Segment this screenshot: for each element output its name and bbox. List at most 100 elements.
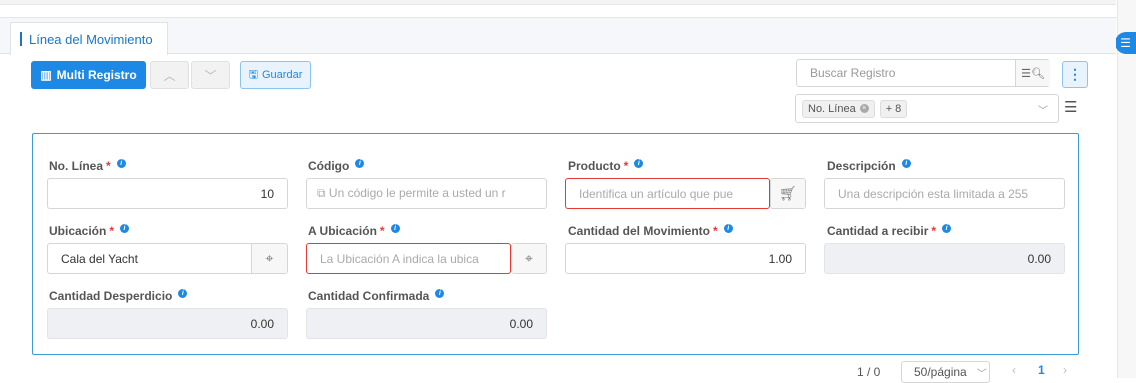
window-top-strip — [0, 0, 1136, 18]
record-form: No. Línea * i 10 Código i ⧉ Un código le pe… — [32, 133, 1079, 355]
previous-record-button[interactable]: ︿ — [150, 61, 189, 89]
page-size-select[interactable]: 50/página ﹀ — [901, 361, 990, 383]
codigo-field[interactable]: ⧉ Un código le permite a usted un r — [306, 178, 547, 209]
right-rail — [1117, 0, 1136, 378]
search-button[interactable]: ☰🔍︎ — [1015, 60, 1050, 86]
tab-label: Línea del Movimiento — [29, 31, 153, 47]
info-icon[interactable]: i — [116, 158, 126, 168]
save-label: Guardar — [262, 69, 303, 81]
next-page-button[interactable]: › — [1063, 363, 1067, 377]
cantidad-movimiento-label-text: Cantidad del Movimiento — [568, 224, 711, 238]
info-icon[interactable]: i — [942, 223, 952, 233]
cantidad-movimiento-label: Cantidad del Movimiento * i — [568, 223, 733, 238]
required-mark: * — [623, 159, 629, 173]
tab-bar: Línea del Movimiento — [0, 18, 1116, 55]
cantidad-recibir-field: 0.00 — [824, 243, 1065, 274]
ubicacion-field[interactable]: Cala del Yacht ⌖ — [47, 243, 288, 274]
panel-toggle-icon[interactable]: ☰ — [1115, 32, 1136, 54]
ubicacion-label-text: Ubicación — [49, 224, 107, 238]
cantidad-desperdicio-label: Cantidad Desperdicio i — [49, 288, 188, 303]
chip-remove-icon[interactable]: × — [859, 104, 869, 113]
info-icon[interactable]: i — [390, 223, 400, 233]
copy-icon: ⧉ — [317, 186, 329, 200]
linea-value: 10 — [260, 186, 274, 201]
multi-record-label: Multi Registro — [56, 68, 137, 82]
descripcion-label: Descripción i — [827, 158, 911, 173]
a-ubicacion-label: A Ubicación * i — [308, 223, 400, 238]
next-record-button[interactable]: ﹀ — [191, 61, 230, 89]
cantidad-desperdicio-label-text: Cantidad Desperdicio — [49, 289, 173, 303]
a-ubicacion-locator-button[interactable]: ⌖ — [511, 243, 547, 274]
top-edge — [0, 0, 1116, 5]
search-box: ☰🔍︎ — [796, 59, 1050, 87]
codigo-label: Código i — [308, 158, 365, 173]
info-icon[interactable]: i — [120, 223, 130, 233]
search-icon: ☰🔍︎ — [1021, 67, 1045, 80]
ubicacion-label: Ubicación * i — [49, 223, 130, 238]
list-view-icon[interactable]: ☰ — [1064, 100, 1077, 115]
producto-placeholder: Identifica un artículo que pue — [579, 186, 734, 201]
tab-linea-movimiento[interactable]: Línea del Movimiento — [10, 22, 168, 55]
chevron-up-icon: ︿ — [163, 68, 176, 83]
descripcion-field[interactable]: Una descripción esta limitada a 255 — [824, 178, 1065, 209]
filter-chip-label: No. Línea — [808, 102, 856, 115]
grid-icon: ▥ — [40, 68, 52, 82]
chevron-down-icon[interactable]: ﹀ — [1038, 102, 1048, 117]
producto-label: Producto * i — [568, 158, 644, 173]
more-options-button[interactable]: ⋮ — [1062, 61, 1088, 88]
info-icon[interactable]: i — [634, 158, 644, 168]
a-ubicacion-placeholder: La Ubicación A indica la ubica — [320, 251, 479, 266]
search-input[interactable] — [797, 60, 1015, 86]
info-icon[interactable]: i — [178, 288, 188, 298]
required-mark: * — [379, 224, 385, 238]
multi-record-button[interactable]: ▥ Multi Registro — [31, 61, 146, 89]
pagination: 1 / 0 50/página ﹀ ‹ 1 › — [0, 360, 1116, 383]
producto-field[interactable]: Identifica un artículo que pue — [565, 178, 770, 209]
descripcion-label-text: Descripción — [827, 159, 896, 173]
ubicacion-value: Cala del Yacht — [61, 251, 138, 266]
cantidad-movimiento-field[interactable]: 1.00 — [565, 243, 806, 274]
product-search-button[interactable]: 🛒︎ — [770, 178, 806, 209]
info-icon[interactable]: i — [435, 288, 445, 298]
producto-label-text: Producto — [568, 159, 621, 173]
shopping-cart-icon: 🛒︎ — [771, 179, 805, 208]
locator-icon[interactable]: ⌖ — [251, 244, 287, 273]
required-mark: * — [713, 224, 718, 238]
cantidad-confirmada-value: 0.00 — [509, 316, 533, 331]
filter-chip[interactable]: No. Línea × — [802, 99, 875, 118]
filter-more-chip: + 8 — [879, 99, 908, 118]
cantidad-desperdicio-field: 0.00 — [47, 308, 288, 339]
cantidad-desperdicio-value: 0.00 — [250, 316, 274, 331]
codigo-placeholder: ⧉ Un código le permite a usted un r — [307, 186, 546, 201]
previous-page-button[interactable]: ‹ — [1012, 363, 1016, 377]
linea-label-text: No. Línea — [49, 159, 104, 173]
linea-label: No. Línea * i — [49, 158, 126, 173]
codigo-placeholder-text: Un código le permite a usted un r — [328, 186, 506, 200]
a-ubicacion-label-text: A Ubicación — [308, 224, 377, 238]
cantidad-confirmada-label: Cantidad Confirmada i — [308, 288, 445, 303]
required-mark: * — [106, 159, 111, 173]
save-button[interactable]: 🖫 Guardar — [240, 61, 311, 89]
filter-more-label: + 8 — [885, 102, 902, 115]
cantidad-recibir-label-text: Cantidad a recibir — [827, 224, 929, 238]
cantidad-confirmada-label-text: Cantidad Confirmada — [308, 289, 430, 303]
chevron-down-icon: ﹀ — [204, 68, 217, 83]
cantidad-movimiento-value: 1.00 — [768, 251, 792, 266]
info-icon[interactable]: i — [901, 158, 911, 168]
current-page[interactable]: 1 — [1038, 363, 1045, 377]
chevron-down-icon: ﹀ — [976, 368, 987, 380]
descripcion-placeholder: Una descripción esta limitada a 255 — [838, 186, 1029, 201]
info-icon[interactable]: i — [723, 223, 733, 233]
required-mark: * — [931, 224, 937, 238]
info-icon[interactable]: i — [355, 158, 365, 168]
kebab-menu-icon: ⋮ — [1068, 66, 1082, 82]
required-mark: * — [109, 224, 115, 238]
tab-active-indicator — [20, 32, 22, 46]
codigo-label-text: Código — [308, 159, 350, 173]
record-count: 1 / 0 — [857, 365, 881, 379]
linea-field[interactable]: 10 — [47, 178, 288, 209]
cantidad-confirmada-field: 0.00 — [306, 308, 547, 339]
a-ubicacion-field[interactable]: La Ubicación A indica la ubica — [306, 243, 511, 274]
page-size-value: 50/página — [914, 365, 967, 379]
column-filter-select[interactable]: No. Línea × + 8 ﹀ — [795, 94, 1059, 123]
